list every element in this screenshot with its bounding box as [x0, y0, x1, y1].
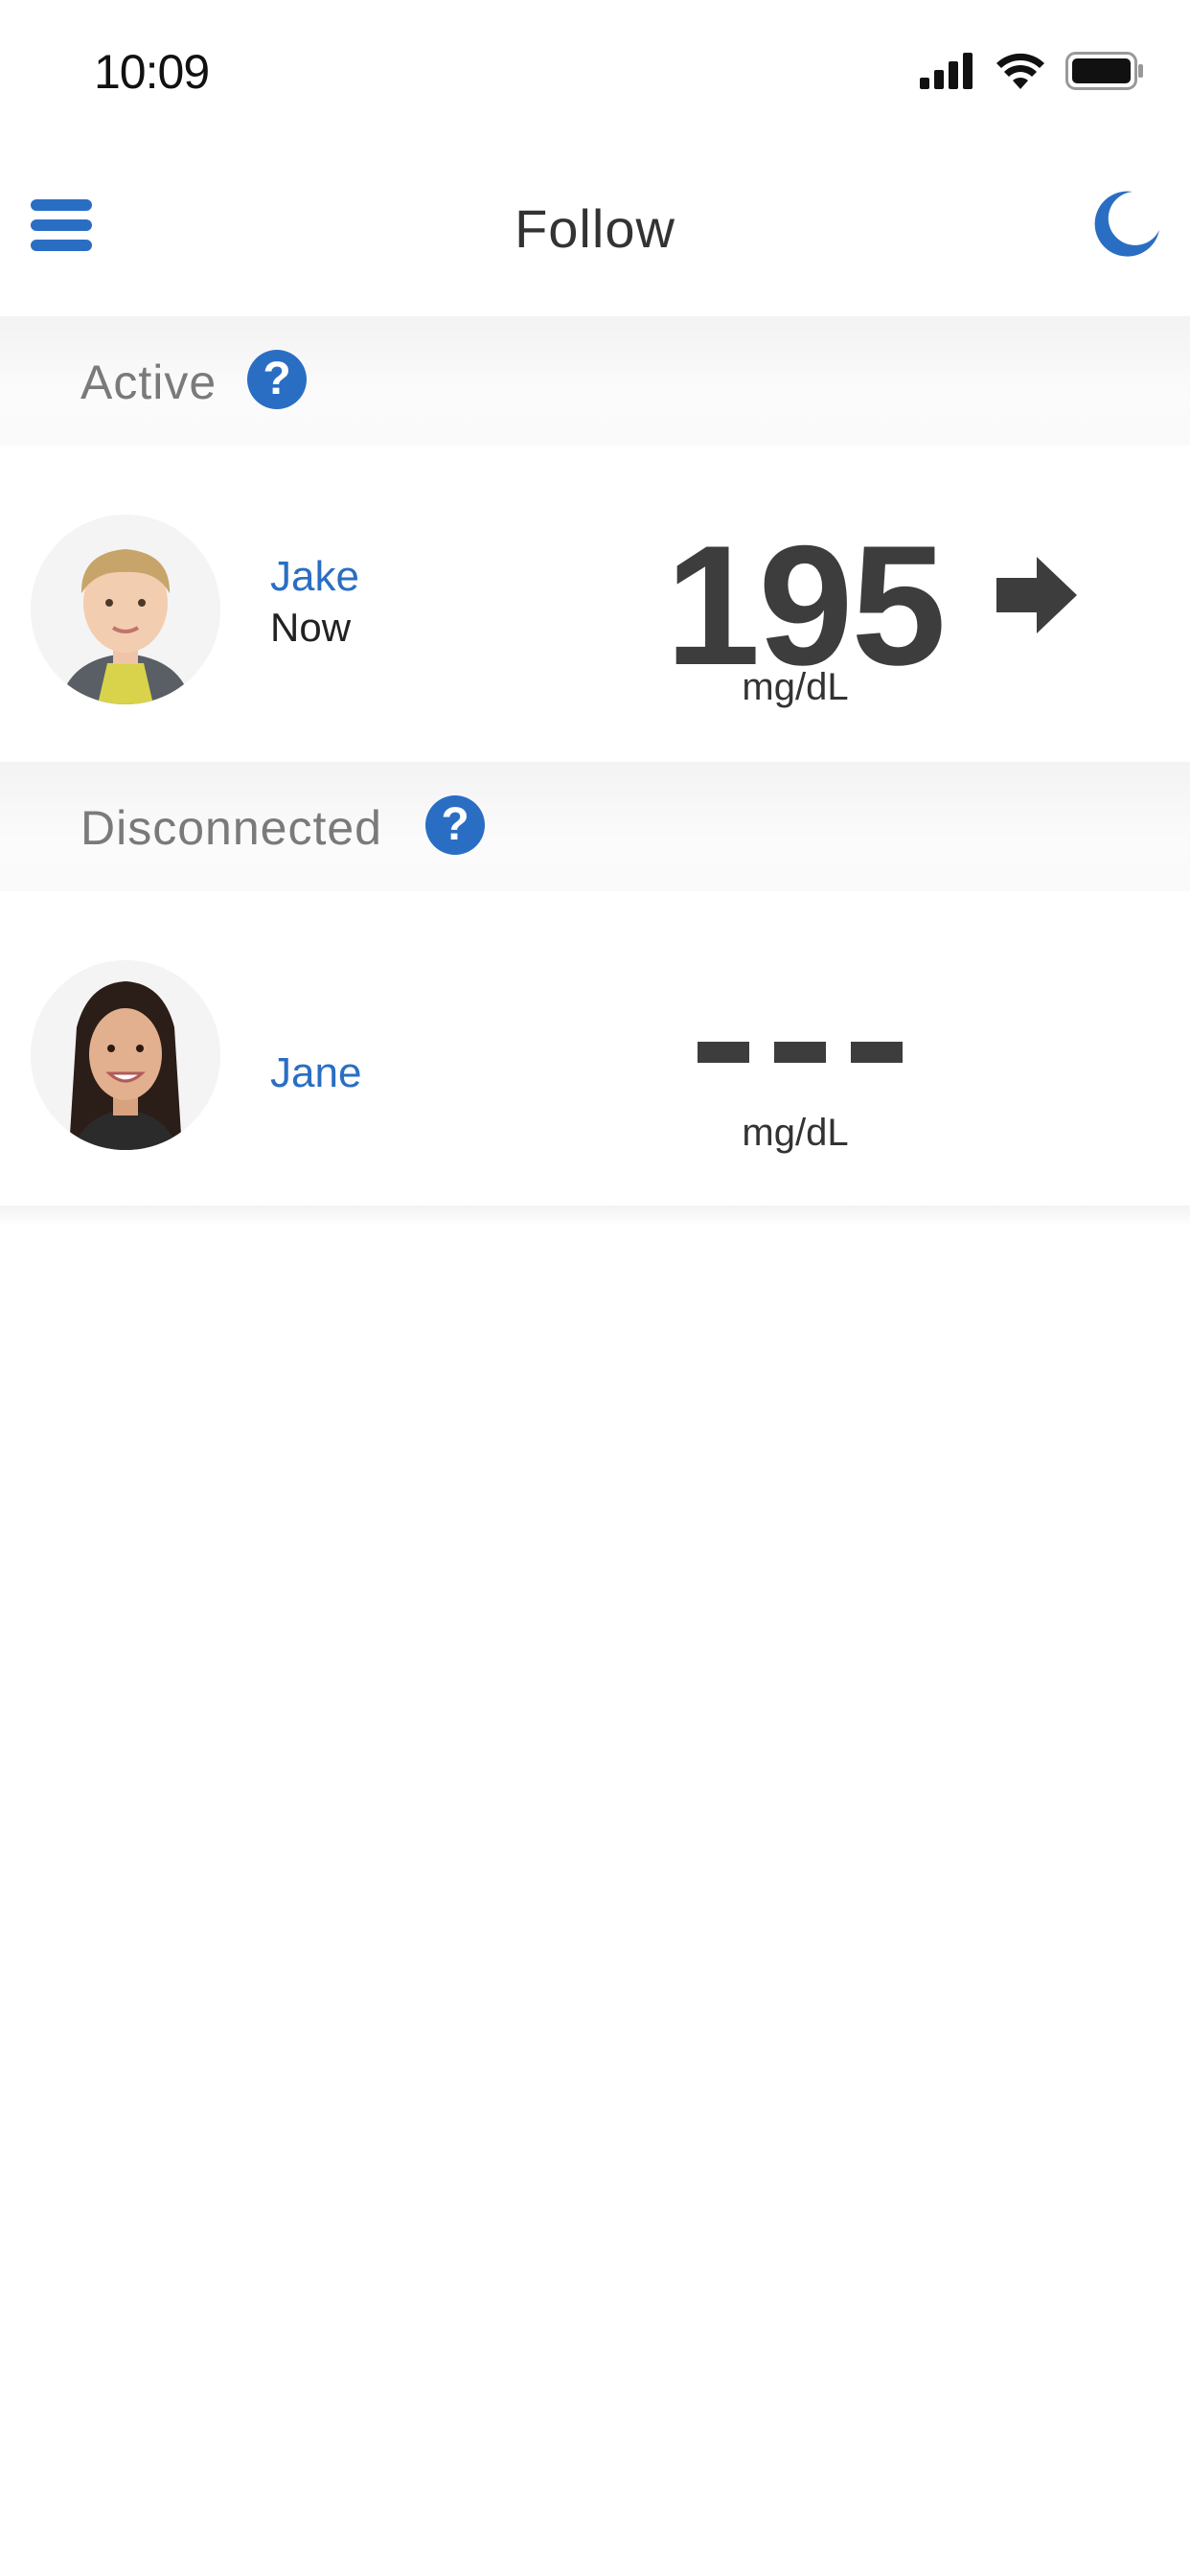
glucose-unit: mg/dL	[742, 666, 849, 708]
no-reading-placeholder	[698, 1042, 903, 1063]
cellular-signal-icon	[920, 53, 973, 89]
follower-status: Now	[270, 605, 352, 650]
wifi-icon	[996, 53, 1044, 89]
section-header-disconnected: Disconnected ?	[0, 762, 1190, 891]
follower-name: Jane	[270, 1049, 362, 1096]
no-reading-dash	[774, 1042, 826, 1063]
avatar	[31, 515, 220, 704]
section-label-disconnected: Disconnected	[80, 801, 382, 855]
follower-row-jake[interactable]: Jake Now 195 mg/dL	[0, 446, 1190, 762]
list-divider	[0, 1206, 1190, 1227]
section-header-active: Active ?	[0, 316, 1190, 446]
nav-bar: Follow	[0, 144, 1190, 316]
battery-icon	[1065, 52, 1143, 90]
status-icons	[920, 52, 1144, 90]
follower-row-jane[interactable]: Jane mg/dL	[0, 891, 1190, 1208]
help-icon[interactable]: ?	[425, 795, 485, 855]
page-title: Follow	[515, 198, 675, 259]
glucose-unit: mg/dL	[742, 1112, 849, 1154]
right-arrow-icon	[996, 557, 1077, 633]
dark-mode-toggle[interactable]	[1088, 188, 1161, 261]
moon-icon	[1094, 191, 1159, 257]
status-time: 10:09	[94, 45, 210, 99]
no-reading-dash	[698, 1042, 749, 1063]
help-icon[interactable]: ?	[247, 350, 307, 409]
no-reading-dash	[851, 1042, 903, 1063]
section-label-active: Active	[80, 356, 217, 409]
follow-screen: 10:09 Follow Active ? Jake Now 195 mg/dL…	[0, 0, 1190, 2576]
status-bar: 10:09	[0, 0, 1190, 144]
avatar	[31, 960, 220, 1150]
follower-name: Jake	[270, 553, 359, 600]
